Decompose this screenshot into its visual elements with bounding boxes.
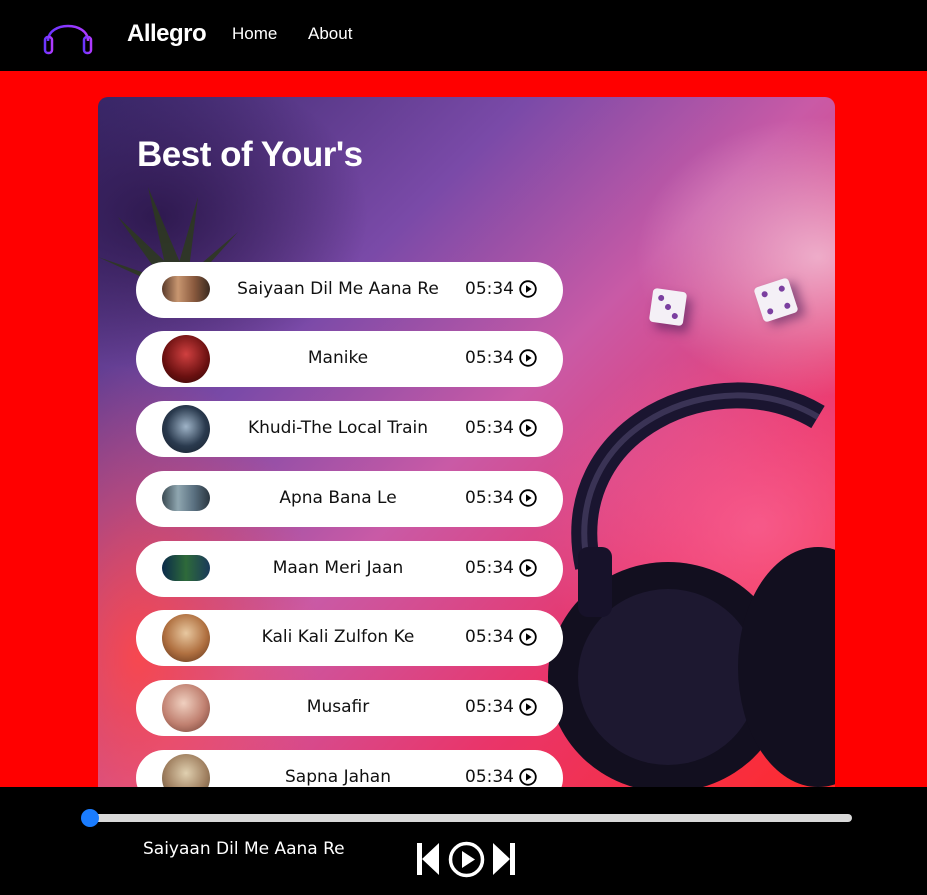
song-duration: 05:34 [465,488,514,508]
previous-icon[interactable] [416,841,440,877]
song-title: Khudi-The Local Train [247,418,429,438]
song-duration: 05:34 [465,418,514,438]
song-title: Sapna Jahan [285,767,391,787]
play-icon[interactable] [519,628,537,646]
song-duration: 05:34 [465,767,514,787]
nav-link-home[interactable]: Home [232,24,277,44]
song-row[interactable]: Saiyaan Dil Me Aana Re 05:34 [136,262,563,318]
song-duration: 05:34 [465,558,514,578]
headphones-photo [548,382,835,792]
play-icon[interactable] [519,419,537,437]
song-title: Apna Bana Le [279,488,397,508]
song-row[interactable]: Musafir 05:34 [136,680,563,736]
play-icon[interactable] [519,768,537,786]
progress-track[interactable] [88,814,852,822]
album-thumbnail [162,405,210,453]
headphones-logo-icon[interactable] [42,11,94,59]
song-title: Musafir [306,697,370,717]
album-thumbnail [162,555,210,581]
song-title: Saiyaan Dil Me Aana Re [237,279,439,299]
song-title: Manike [307,348,369,368]
nav-link-about[interactable]: About [308,24,352,44]
song-title: Maan Meri Jaan [272,558,404,578]
brand-name[interactable]: Allegro [127,20,207,48]
navbar: Allegro Home About [0,0,927,71]
album-thumbnail [162,335,210,383]
song-duration: 05:34 [465,627,514,647]
album-thumbnail [162,684,210,732]
song-row[interactable]: Khudi-The Local Train 05:34 [136,401,563,457]
song-row[interactable]: Maan Meri Jaan 05:34 [136,541,563,597]
song-duration: 05:34 [465,279,514,299]
album-thumbnail [162,485,210,511]
song-row[interactable]: Apna Bana Le 05:34 [136,471,563,527]
song-duration: 05:34 [465,697,514,717]
now-playing-title: Saiyaan Dil Me Aana Re [143,839,345,859]
playlist-card: Best of Your's Saiyaan Dil Me Aana Re 05… [98,97,835,797]
play-icon[interactable] [519,698,537,716]
song-row[interactable]: Manike 05:34 [136,331,563,387]
dice-decoration [753,277,799,323]
play-icon[interactable] [448,841,485,878]
album-thumbnail [162,614,210,662]
song-duration: 05:34 [465,348,514,368]
play-icon[interactable] [519,280,537,298]
album-thumbnail [162,276,210,302]
progress-slider-thumb[interactable] [81,809,99,827]
play-icon[interactable] [519,349,537,367]
page-title: Best of Your's [137,135,363,174]
next-icon[interactable] [492,841,516,877]
song-row[interactable]: Kali Kali Zulfon Ke 05:34 [136,610,563,666]
dice-decoration [648,287,688,327]
play-icon[interactable] [519,489,537,507]
play-icon[interactable] [519,559,537,577]
song-title: Kali Kali Zulfon Ke [261,627,415,647]
player-bar: Saiyaan Dil Me Aana Re [0,787,927,895]
